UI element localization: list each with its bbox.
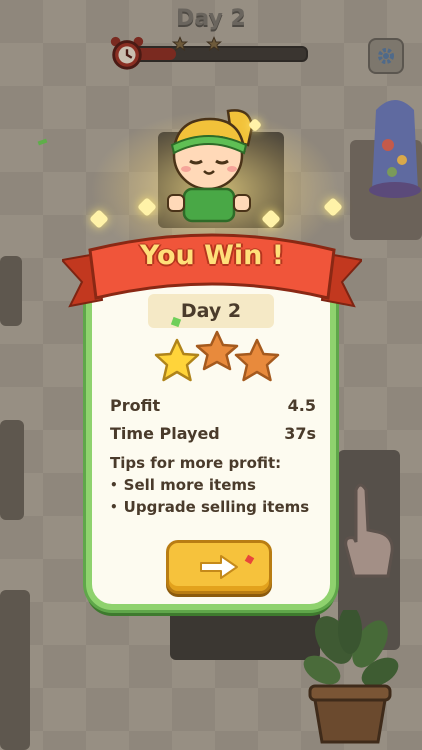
shelf-left xyxy=(0,256,22,326)
banner-title: You Win ! xyxy=(139,240,285,271)
counter-bottom xyxy=(170,610,320,660)
tip-item: • Sell more items xyxy=(110,476,256,494)
bullet-icon: • xyxy=(110,500,118,514)
bullet-icon: • xyxy=(110,478,118,492)
time-played-label: Time Played xyxy=(110,424,220,443)
settings-button[interactable] xyxy=(368,38,404,74)
tip-text: Sell more items xyxy=(123,476,256,494)
profit-label: Profit xyxy=(110,396,161,415)
tutorial-hand-icon xyxy=(344,483,394,578)
gift-bag-icon xyxy=(369,100,421,198)
milestone-star-icon xyxy=(206,36,222,52)
time-played-row: Time Played 37s xyxy=(110,424,316,443)
tips-title: Tips for more profit: xyxy=(110,454,282,472)
star-empty-icon xyxy=(195,330,239,371)
gear-icon xyxy=(378,48,394,64)
shelf-left-lower xyxy=(0,420,24,520)
profit-value: 4.5 xyxy=(287,396,316,415)
shelf-left-bottom xyxy=(0,590,30,750)
tip-item: • Upgrade selling items xyxy=(110,498,309,516)
win-banner: You Win ! xyxy=(62,220,362,320)
star-earned-icon xyxy=(154,338,200,382)
alarm-clock-icon xyxy=(110,36,144,70)
tip-text: Upgrade selling items xyxy=(123,498,310,516)
profit-row: Profit 4.5 xyxy=(110,396,316,415)
time-played-value: 37s xyxy=(284,424,316,443)
next-button[interactable] xyxy=(166,540,272,594)
milestone-star-icon xyxy=(172,36,188,52)
star-rating xyxy=(154,330,280,382)
arrow-right-icon xyxy=(200,555,238,579)
potted-plant-icon xyxy=(303,610,399,744)
star-empty-icon xyxy=(234,338,280,382)
day-title: Day 2 xyxy=(176,6,246,31)
